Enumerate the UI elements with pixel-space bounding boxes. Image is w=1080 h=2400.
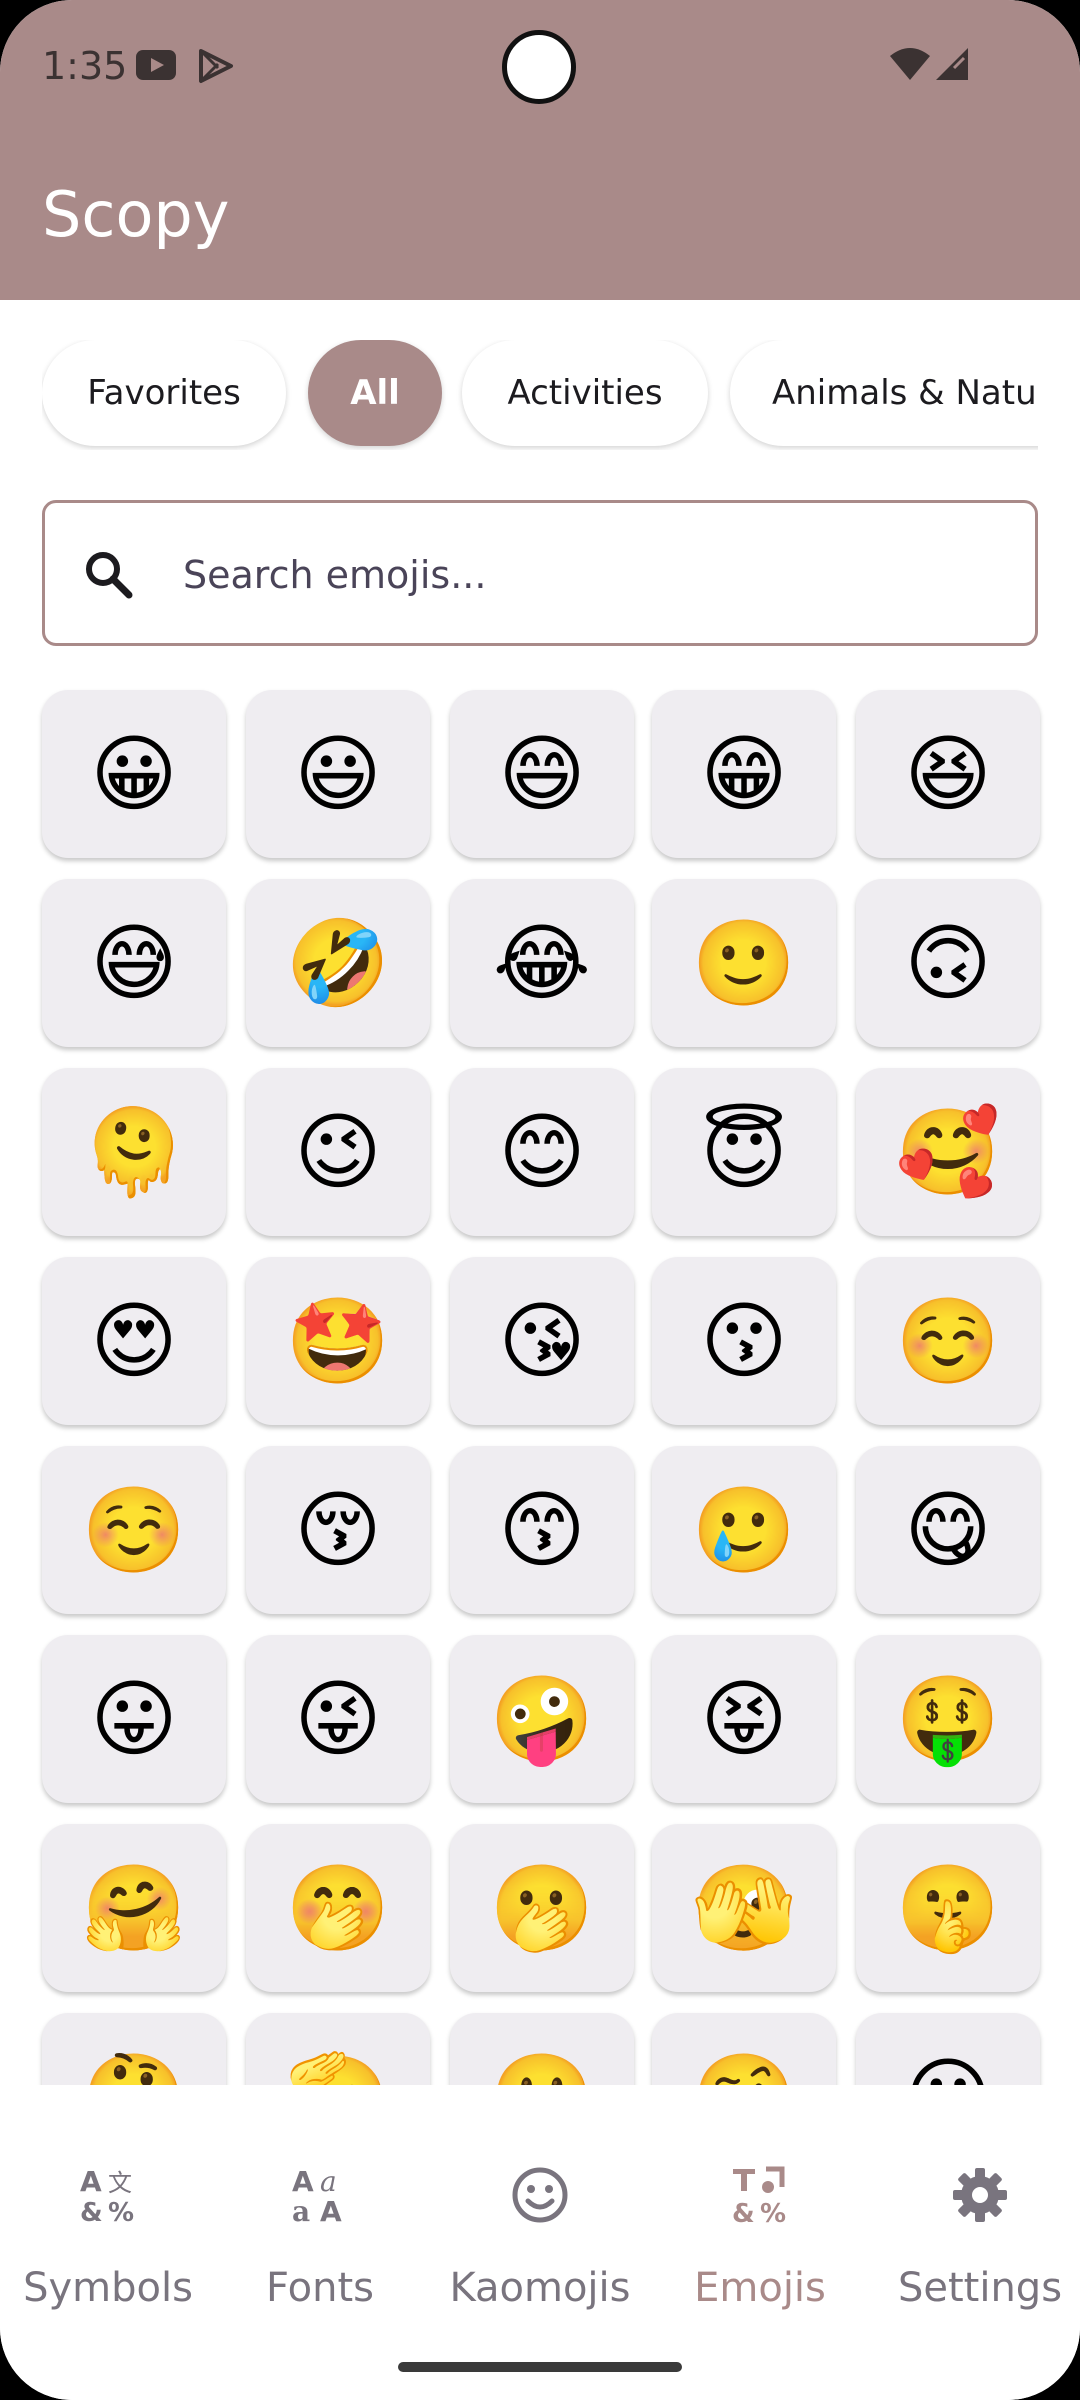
emoji-tile[interactable]: 🤔 [42,2013,226,2085]
chip-activities[interactable]: Activities [462,340,708,446]
svg-text:&: & [732,2199,755,2225]
status-bar: 1:35 [0,0,1080,140]
emoji-tile[interactable]: 😉 [246,1068,430,1236]
emoji-tile[interactable]: 🤫 [856,1824,1040,1992]
emoji-tile[interactable]: 🤨 [652,2013,836,2085]
chip-favorites[interactable]: Favorites [42,340,286,446]
emoji-tile[interactable]: 🤪 [450,1635,634,1803]
emoji-tile[interactable]: 😊 [450,1068,634,1236]
emoji-tile[interactable]: 😋 [856,1446,1040,1614]
emoji-tile[interactable]: 😍 [42,1257,226,1425]
emoji-tile[interactable]: 🫢 [450,1824,634,1992]
emoji-tile[interactable]: 🤗 [42,1824,226,1992]
phone-screen: 1:35 Scopy Favorites All Activities Anim… [0,0,1080,2400]
youtube-icon [134,48,178,87]
emoji-tile[interactable]: 😝 [652,1635,836,1803]
nav-kaomojis[interactable]: Kaomojis [432,2165,648,2365]
emoji-tile[interactable]: 🥰 [856,1068,1040,1236]
wifi-icon [888,46,932,87]
emoji-tile[interactable]: 😂 [450,879,634,1047]
nav-fonts[interactable]: AaaA Fonts [212,2165,428,2365]
svg-text:A: A [292,2165,314,2198]
emoji-tile[interactable]: 🤭 [246,1824,430,1992]
emoji-tile[interactable]: 😗 [652,1257,836,1425]
nav-settings[interactable]: Settings [872,2165,1080,2365]
emoji-tile[interactable]: 🫣 [652,1824,836,1992]
status-time: 1:35 [42,44,128,88]
svg-text:A: A [80,2165,102,2198]
emoji-tile[interactable]: 🤑 [856,1635,1040,1803]
nav-label-emojis: Emojis [694,2265,826,2311]
svg-text:&: & [80,2198,103,2225]
search-field[interactable]: Search emojis... [42,500,1038,646]
svg-text:%: % [760,2199,786,2225]
nav-label-settings: Settings [897,2265,1063,2311]
nav-label-kaomojis: Kaomojis [449,2265,631,2311]
emoji-tile[interactable]: 😅 [42,879,226,1047]
svg-text:文: 文 [108,2169,132,2197]
chip-animals-nature[interactable]: Animals & Natu [730,340,1038,446]
category-chips: Favorites All Activities Animals & Natu [42,340,1038,450]
smiley-icon [510,2165,570,2225]
translate-icon: A 文 &% [78,2165,138,2228]
home-indicator[interactable] [398,2362,682,2372]
emoji-tile[interactable]: 🥲 [652,1446,836,1614]
svg-text:A: A [320,2195,342,2225]
emoji-tile[interactable]: 🫡 [246,2013,430,2085]
font-style-icon: AaaA [290,2165,350,2228]
bottom-navigation: A 文 &% Symbols AaaA Fonts Kaomojis &% Emoj… [0,2085,1080,2400]
gear-icon [950,2165,1010,2225]
signal-icon [934,46,970,87]
nav-symbols[interactable]: A 文 &% Symbols [0,2165,216,2365]
emoji-tile[interactable]: 😚 [246,1446,430,1614]
app-bar: 1:35 Scopy [0,0,1080,300]
svg-text:%: % [108,2198,134,2225]
emoji-grid: 😀😃😄😁😆😅🤣😂🙂🙃🫠😉😊😇🥰😍🤩😘😗☺️☺️😚😙🥲😋😛😜🤪😝🤑🤗🤭🫢🫣🤫🤔🫡🤐… [0,680,1080,2085]
emoji-symbols-icon: &% [730,2165,790,2229]
app-title: Scopy [42,178,230,251]
emoji-tile[interactable]: 😁 [652,690,836,858]
emoji-tile[interactable]: 🙃 [856,879,1040,1047]
chip-all[interactable]: All [308,340,442,446]
emoji-tile[interactable]: 😄 [450,690,634,858]
emoji-tile[interactable]: 🤐 [450,2013,634,2085]
emoji-tile[interactable]: 😇 [652,1068,836,1236]
emoji-tile[interactable]: 😛 [42,1635,226,1803]
nav-emojis[interactable]: &% Emojis [652,2165,868,2365]
svg-text:a: a [292,2195,310,2225]
emoji-tile[interactable]: 🫠 [42,1068,226,1236]
play-store-icon [196,48,236,89]
emoji-tile[interactable]: 🤩 [246,1257,430,1425]
nav-label-symbols: Symbols [23,2265,193,2311]
emoji-tile[interactable]: 😐 [856,2013,1040,2085]
emoji-tile[interactable]: 🙂 [652,879,836,1047]
emoji-tile[interactable]: ☺️ [42,1446,226,1614]
search-icon [81,547,137,608]
front-camera [502,30,576,104]
nav-label-fonts: Fonts [266,2265,374,2311]
emoji-tile[interactable]: 😘 [450,1257,634,1425]
emoji-tile[interactable]: 😃 [246,690,430,858]
svg-text:a: a [320,2165,337,2198]
emoji-tile[interactable]: 🤣 [246,879,430,1047]
emoji-tile[interactable]: 😀 [42,690,226,858]
emoji-tile[interactable]: 😜 [246,1635,430,1803]
emoji-tile[interactable]: ☺️ [856,1257,1040,1425]
emoji-tile[interactable]: 😙 [450,1446,634,1614]
emoji-tile[interactable]: 😆 [856,690,1040,858]
search-input[interactable]: Search emojis... [183,553,486,597]
